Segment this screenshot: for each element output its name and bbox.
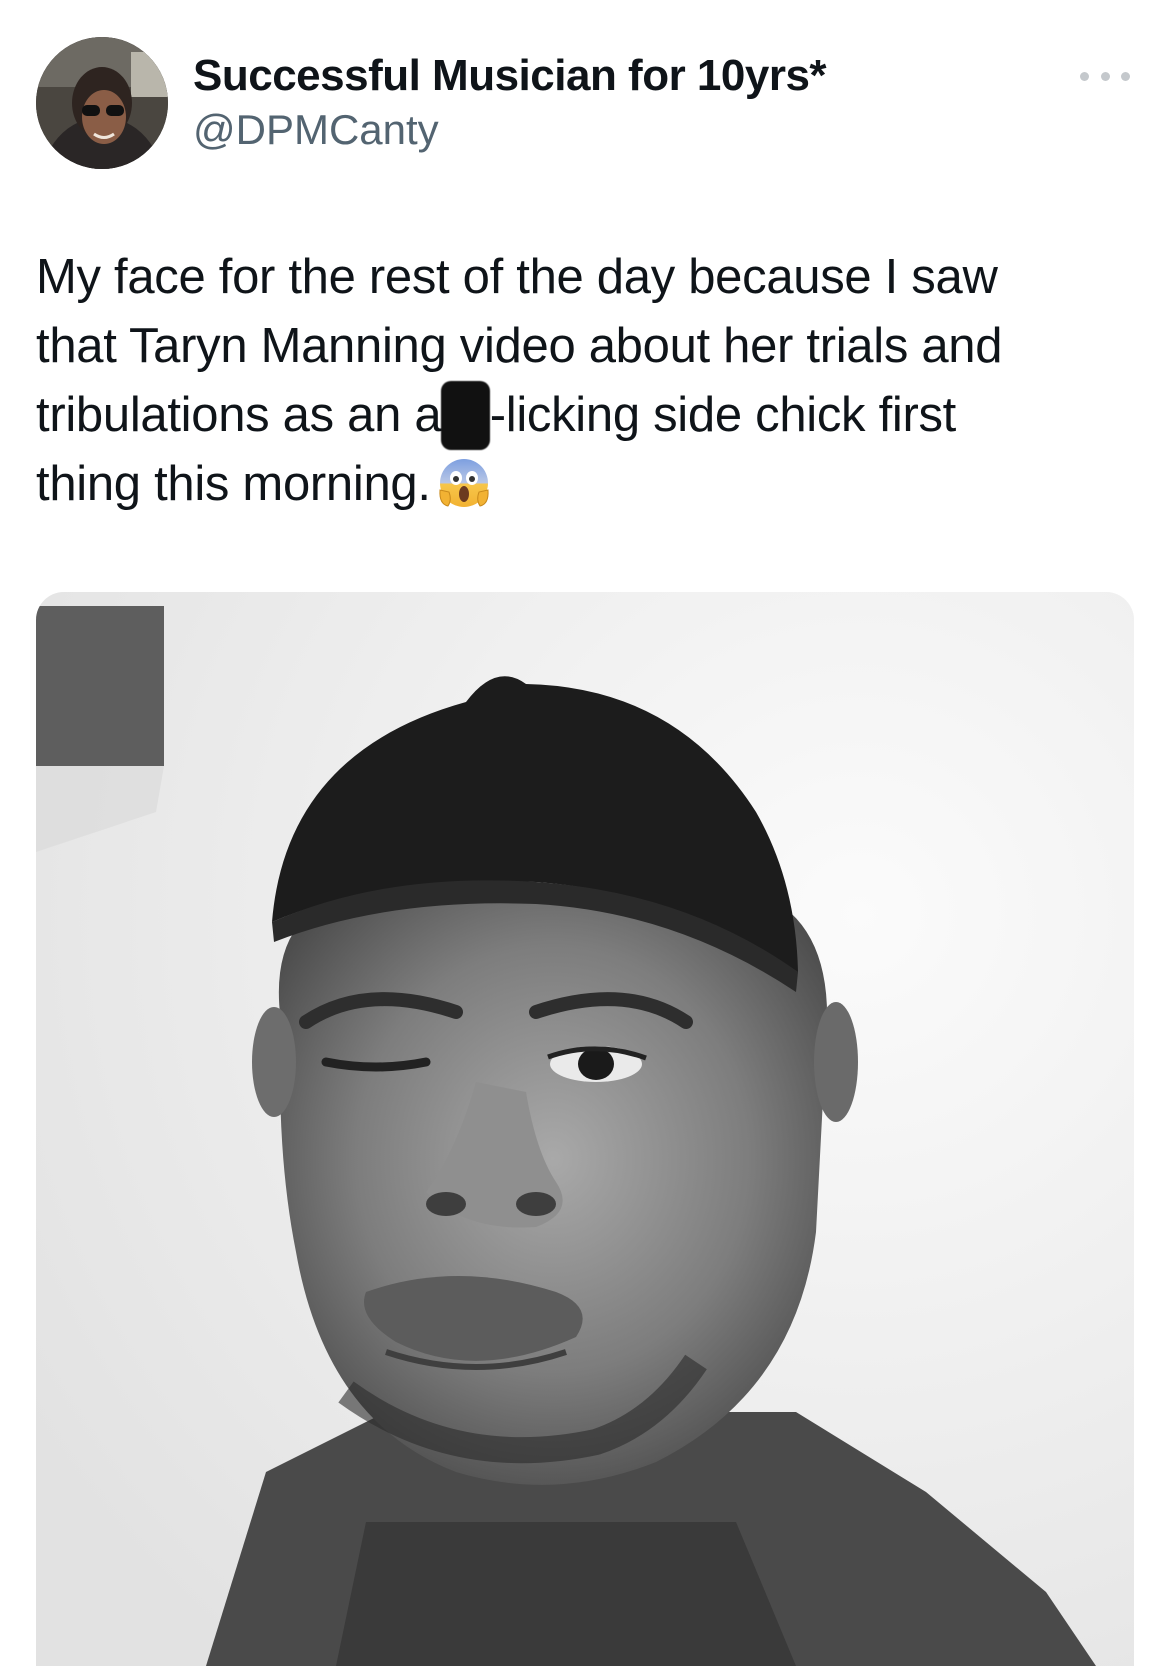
more-dot — [1080, 71, 1089, 81]
tweet-text-line: My face for the rest of the day because … — [36, 250, 998, 304]
text-segment: -licking side chick first — [489, 388, 957, 442]
tweet-text-line: tribulations as an ass-licking side chic… — [36, 381, 1126, 450]
more-dot — [1100, 71, 1110, 81]
more-dot — [1121, 71, 1130, 81]
author-avatar[interactable] — [36, 37, 168, 169]
tweet-media-image[interactable] — [36, 592, 1134, 1666]
text-segment: thing this morning. — [36, 457, 431, 511]
redaction-mark: ss — [441, 381, 490, 450]
face-screaming-in-fear-emoji — [437, 456, 491, 529]
text-segment: tribulations as an a — [36, 388, 442, 442]
author-handle[interactable]: @DPMCanty — [193, 104, 439, 156]
author-name[interactable]: Successful Musician for 10yrs* — [193, 48, 827, 104]
tweet-text: My face for the rest of the day because … — [36, 243, 1126, 529]
avatar-image — [36, 37, 168, 169]
tweet-text-line: that Taryn Manning video about her trial… — [36, 319, 1003, 373]
photo-man-in-durag — [36, 592, 1134, 1666]
tweet-text-line: thing this morning. — [36, 450, 1126, 529]
more-horizontal-icon[interactable] — [1080, 60, 1130, 92]
